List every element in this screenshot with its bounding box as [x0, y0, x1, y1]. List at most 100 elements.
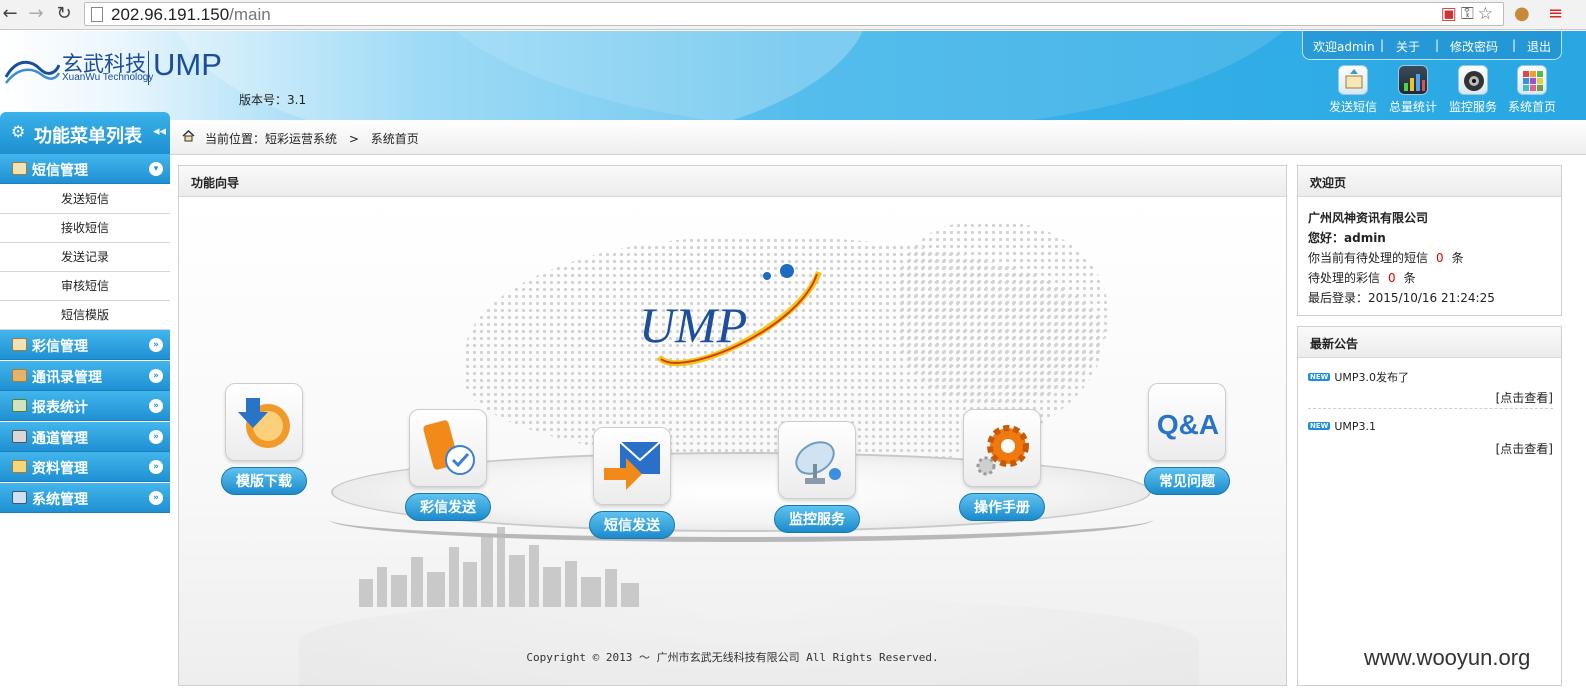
bookmark-star-icon[interactable]: ☆: [1478, 4, 1497, 24]
guide-mms-send[interactable]: 彩信发送: [403, 409, 493, 521]
chevron-right-icon: »: [149, 430, 163, 444]
menu-group-resources[interactable]: 资料管理 »: [0, 452, 170, 482]
greeting-text: 您好：admin: [1308, 231, 1386, 245]
send-sms-icon: [1338, 65, 1368, 95]
breadcrumb-item-home: 系统首页: [370, 132, 419, 146]
pending-sms-line: 你当前有待处理的短信 0 条: [1308, 251, 1464, 265]
guide-label: 短信发送: [589, 511, 675, 539]
function-guide-title: 功能向导: [179, 166, 1286, 197]
chevron-right-icon: »: [149, 369, 163, 383]
notice-title[interactable]: UMP3.0发布了: [1334, 371, 1409, 384]
monitor-service-icon: [778, 421, 856, 499]
guide-sms-send[interactable]: 短信发送: [587, 427, 677, 539]
pending-mms-count[interactable]: 0: [1380, 271, 1404, 285]
qa-icon: Q&A: [1148, 383, 1226, 461]
notice-item: NEW UMP3.0发布了 [点击查看]: [1308, 369, 1553, 405]
chevron-down-icon: ▾: [149, 162, 163, 176]
chevron-right-icon: »: [149, 399, 163, 413]
menu-item-sms-templates[interactable]: 短信模版: [0, 301, 170, 330]
menu-group-mms[interactable]: 彩信管理 »: [0, 330, 170, 360]
quick-send-sms[interactable]: 发送短信: [1325, 65, 1381, 115]
manual-gear-icon: [963, 409, 1041, 487]
product-name: UMP: [153, 47, 222, 82]
guide-monitor-service[interactable]: 监控服务: [772, 421, 862, 533]
breadcrumb: 当前位置：短彩运营系统 > 系统首页: [170, 120, 1586, 155]
new-badge: NEW: [1308, 373, 1331, 381]
menu-group-reports[interactable]: 报表统计 »: [0, 391, 170, 421]
address-bar[interactable]: 202.96.191.150/main ▣⚿☆: [84, 2, 1504, 26]
chevron-right-icon: »: [149, 491, 163, 505]
guide-faq[interactable]: Q&A 常见问题: [1142, 383, 1232, 495]
menu-icon[interactable]: ≡: [1548, 3, 1563, 24]
key-icon[interactable]: ⚿: [1461, 4, 1478, 24]
app-header: 玄武科技 XuanWu Technology UMP 版本号：3.1 欢迎adm…: [0, 31, 1586, 120]
computer-icon: [12, 491, 27, 504]
gear-icon: ⚙: [11, 122, 26, 141]
menu-item-receive-sms[interactable]: 接收短信: [0, 214, 170, 243]
menu-group-contacts[interactable]: 通讯录管理 »: [0, 361, 170, 391]
welcome-user-text: 欢迎admin: [1313, 40, 1375, 54]
cookie-extension-icon[interactable]: ●: [1514, 3, 1530, 24]
notice-panel: 最新公告 NEW UMP3.0发布了 [点击查看] NEW UMP3.1 [点击查看…: [1297, 326, 1562, 686]
menu-group-sms[interactable]: 短信管理 ▾: [0, 154, 170, 184]
breadcrumb-prefix: 当前位置：: [205, 132, 266, 146]
menu-group-system[interactable]: 系统管理 »: [0, 483, 170, 513]
home-icon[interactable]: [182, 130, 195, 142]
sidebar-title: ⚙ 功能菜单列表 ◂◂: [0, 112, 170, 154]
quick-statistics[interactable]: 总量统计: [1385, 65, 1441, 115]
quick-monitor[interactable]: 监控服务: [1445, 65, 1501, 115]
notice-view-link[interactable]: [点击查看]: [1496, 389, 1553, 406]
url-text: 202.96.191.150/main: [111, 5, 271, 24]
back-icon[interactable]: ←: [0, 4, 20, 24]
forward-icon[interactable]: →: [26, 4, 46, 24]
guide-operation-manual[interactable]: 操作手册: [957, 409, 1047, 521]
mms-icon: [12, 338, 27, 351]
menu-group-channels[interactable]: 通道管理 »: [0, 422, 170, 452]
ump-center-logo: UMP: [639, 264, 822, 367]
user-links-bar: 欢迎admin | 关于 | 修改密码 | 退出: [1302, 31, 1562, 60]
quick-statistics-label: 总量统计: [1388, 100, 1437, 114]
guide-label: 操作手册: [959, 493, 1045, 521]
menu-item-audit-sms[interactable]: 审核短信: [0, 272, 170, 301]
home-grid-icon: [1517, 65, 1547, 95]
menu-item-send-records[interactable]: 发送记录: [0, 243, 170, 272]
welcome-panel: 欢迎页 广州风神资讯有限公司 您好：admin 你当前有待处理的短信 0 条 待处理…: [1297, 165, 1562, 316]
company-name: 广州风神资讯有限公司: [1308, 211, 1429, 225]
address-bar-icons[interactable]: ▣⚿☆: [1441, 4, 1497, 24]
logout-link[interactable]: 退出: [1527, 38, 1551, 55]
blocked-popup-icon[interactable]: ▣: [1441, 4, 1461, 24]
new-badge: NEW: [1308, 422, 1331, 430]
mms-send-icon: [409, 409, 487, 487]
reload-icon[interactable]: ↻: [54, 4, 74, 24]
quick-home-label: 系统首页: [1507, 100, 1556, 114]
chevron-right-icon: »: [149, 460, 163, 474]
statistics-icon: [1398, 65, 1428, 95]
watermark-text: www.wooyun.org: [1364, 645, 1531, 670]
left-sidebar: ⚙ 功能菜单列表 ◂◂ 短信管理 ▾ 发送短信 接收短信 发送记录 审核短信 短…: [0, 112, 170, 696]
page-icon: [91, 7, 103, 22]
guide-template-download[interactable]: 模版下载: [219, 383, 309, 495]
quick-monitor-label: 监控服务: [1448, 100, 1497, 114]
function-guide-panel: 功能向导 UMP 模版下载 彩信发送 短信发送 监控服务 操作手册 Q&A 常见…: [178, 165, 1287, 686]
guide-label: 监控服务: [774, 505, 860, 533]
change-password-link[interactable]: 修改密码: [1450, 38, 1498, 55]
collapse-sidebar-icon[interactable]: ◂◂: [153, 124, 166, 139]
about-link[interactable]: 关于: [1396, 38, 1420, 55]
channel-icon: [12, 430, 27, 443]
folder-icon: [12, 460, 27, 473]
notice-view-link[interactable]: [点击查看]: [1496, 440, 1553, 457]
template-download-icon: [225, 383, 303, 461]
quick-home[interactable]: 系统首页: [1504, 65, 1560, 115]
notice-item: NEW UMP3.1 [点击查看]: [1308, 420, 1553, 456]
version-label: 版本号：3.1: [239, 93, 307, 107]
guide-label: 彩信发送: [405, 493, 491, 521]
svg-text:UMP: UMP: [639, 297, 747, 353]
last-login-text: 最后登录：2015/10/16 21:24:25: [1308, 291, 1495, 305]
breadcrumb-item-system[interactable]: 短彩运营系统: [265, 132, 337, 146]
pending-sms-count[interactable]: 0: [1428, 251, 1452, 265]
sms-folder-icon: [12, 162, 27, 175]
breadcrumb-separator: >: [348, 132, 359, 146]
notice-title[interactable]: UMP3.1: [1334, 420, 1376, 433]
menu-item-send-sms[interactable]: 发送短信: [0, 185, 170, 214]
sms-send-icon: [593, 427, 671, 505]
